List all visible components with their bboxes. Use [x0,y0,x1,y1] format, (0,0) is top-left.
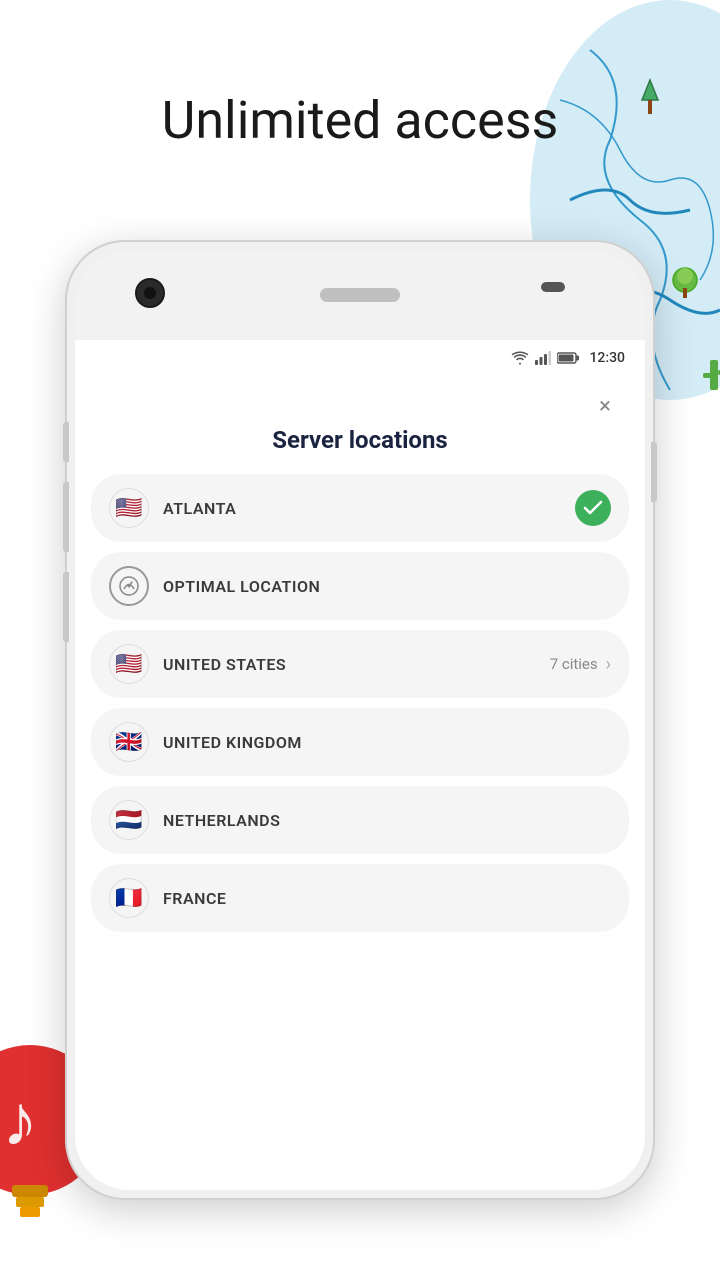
speed-icon [118,575,140,597]
phone-top-bar [75,250,645,340]
phone-volume-down-button [63,572,69,642]
location-name-france: FRANCE [163,889,611,908]
phone-frame: 12:30 × Server locations 🇺🇸 ATLANTA [65,240,655,1200]
flag-us: 🇺🇸 [109,644,149,684]
phone-screen: 12:30 × Server locations 🇺🇸 ATLANTA [75,340,645,1190]
front-camera [135,278,165,308]
flag-uk: 🇬🇧 [109,722,149,762]
location-item-netherlands[interactable]: 🇳🇱 NETHERLANDS [91,786,629,854]
location-list: 🇺🇸 ATLANTA [75,474,645,932]
checkmark-icon [583,500,603,516]
location-item-france[interactable]: 🇫🇷 FRANCE [91,864,629,932]
status-bar: 12:30 [75,340,645,376]
location-item-atlanta[interactable]: 🇺🇸 ATLANTA [91,474,629,542]
front-sensor [541,282,565,292]
flag-atlanta: 🇺🇸 [109,488,149,528]
phone-mute-button [63,422,69,462]
location-name-optimal: OPTIMAL LOCATION [163,577,611,596]
signal-icon [535,351,551,365]
location-name-netherlands: NETHERLANDS [163,811,611,830]
flag-netherlands: 🇳🇱 [109,800,149,840]
location-item-us[interactable]: 🇺🇸 UNITED STATES 7 cities › [91,630,629,698]
battery-icon [557,351,579,365]
location-name-uk: UNITED KINGDOM [163,733,611,752]
location-name-atlanta: ATLANTA [163,499,575,518]
flag-france: 🇫🇷 [109,878,149,918]
svg-text:♪: ♪ [2,1078,38,1163]
phone-inner: 12:30 × Server locations 🇺🇸 ATLANTA [75,250,645,1190]
location-item-uk[interactable]: 🇬🇧 UNITED KINGDOM [91,708,629,776]
selected-check-atlanta [575,490,611,526]
phone-volume-up-button [63,482,69,552]
optimal-icon [109,566,149,606]
wifi-icon [511,351,529,365]
status-icons: 12:30 [511,350,625,366]
earpiece-speaker [320,288,400,302]
status-time: 12:30 [589,350,625,366]
phone-power-button [651,442,657,502]
chevron-right-us: › [606,654,611,675]
cities-count-us: 7 cities [550,655,598,673]
location-name-us: UNITED STATES [163,655,550,674]
page-title: Unlimited access [0,90,720,151]
location-item-optimal[interactable]: OPTIMAL LOCATION [91,552,629,620]
close-button[interactable]: × [587,388,623,424]
modal-title: Server locations [75,426,645,454]
